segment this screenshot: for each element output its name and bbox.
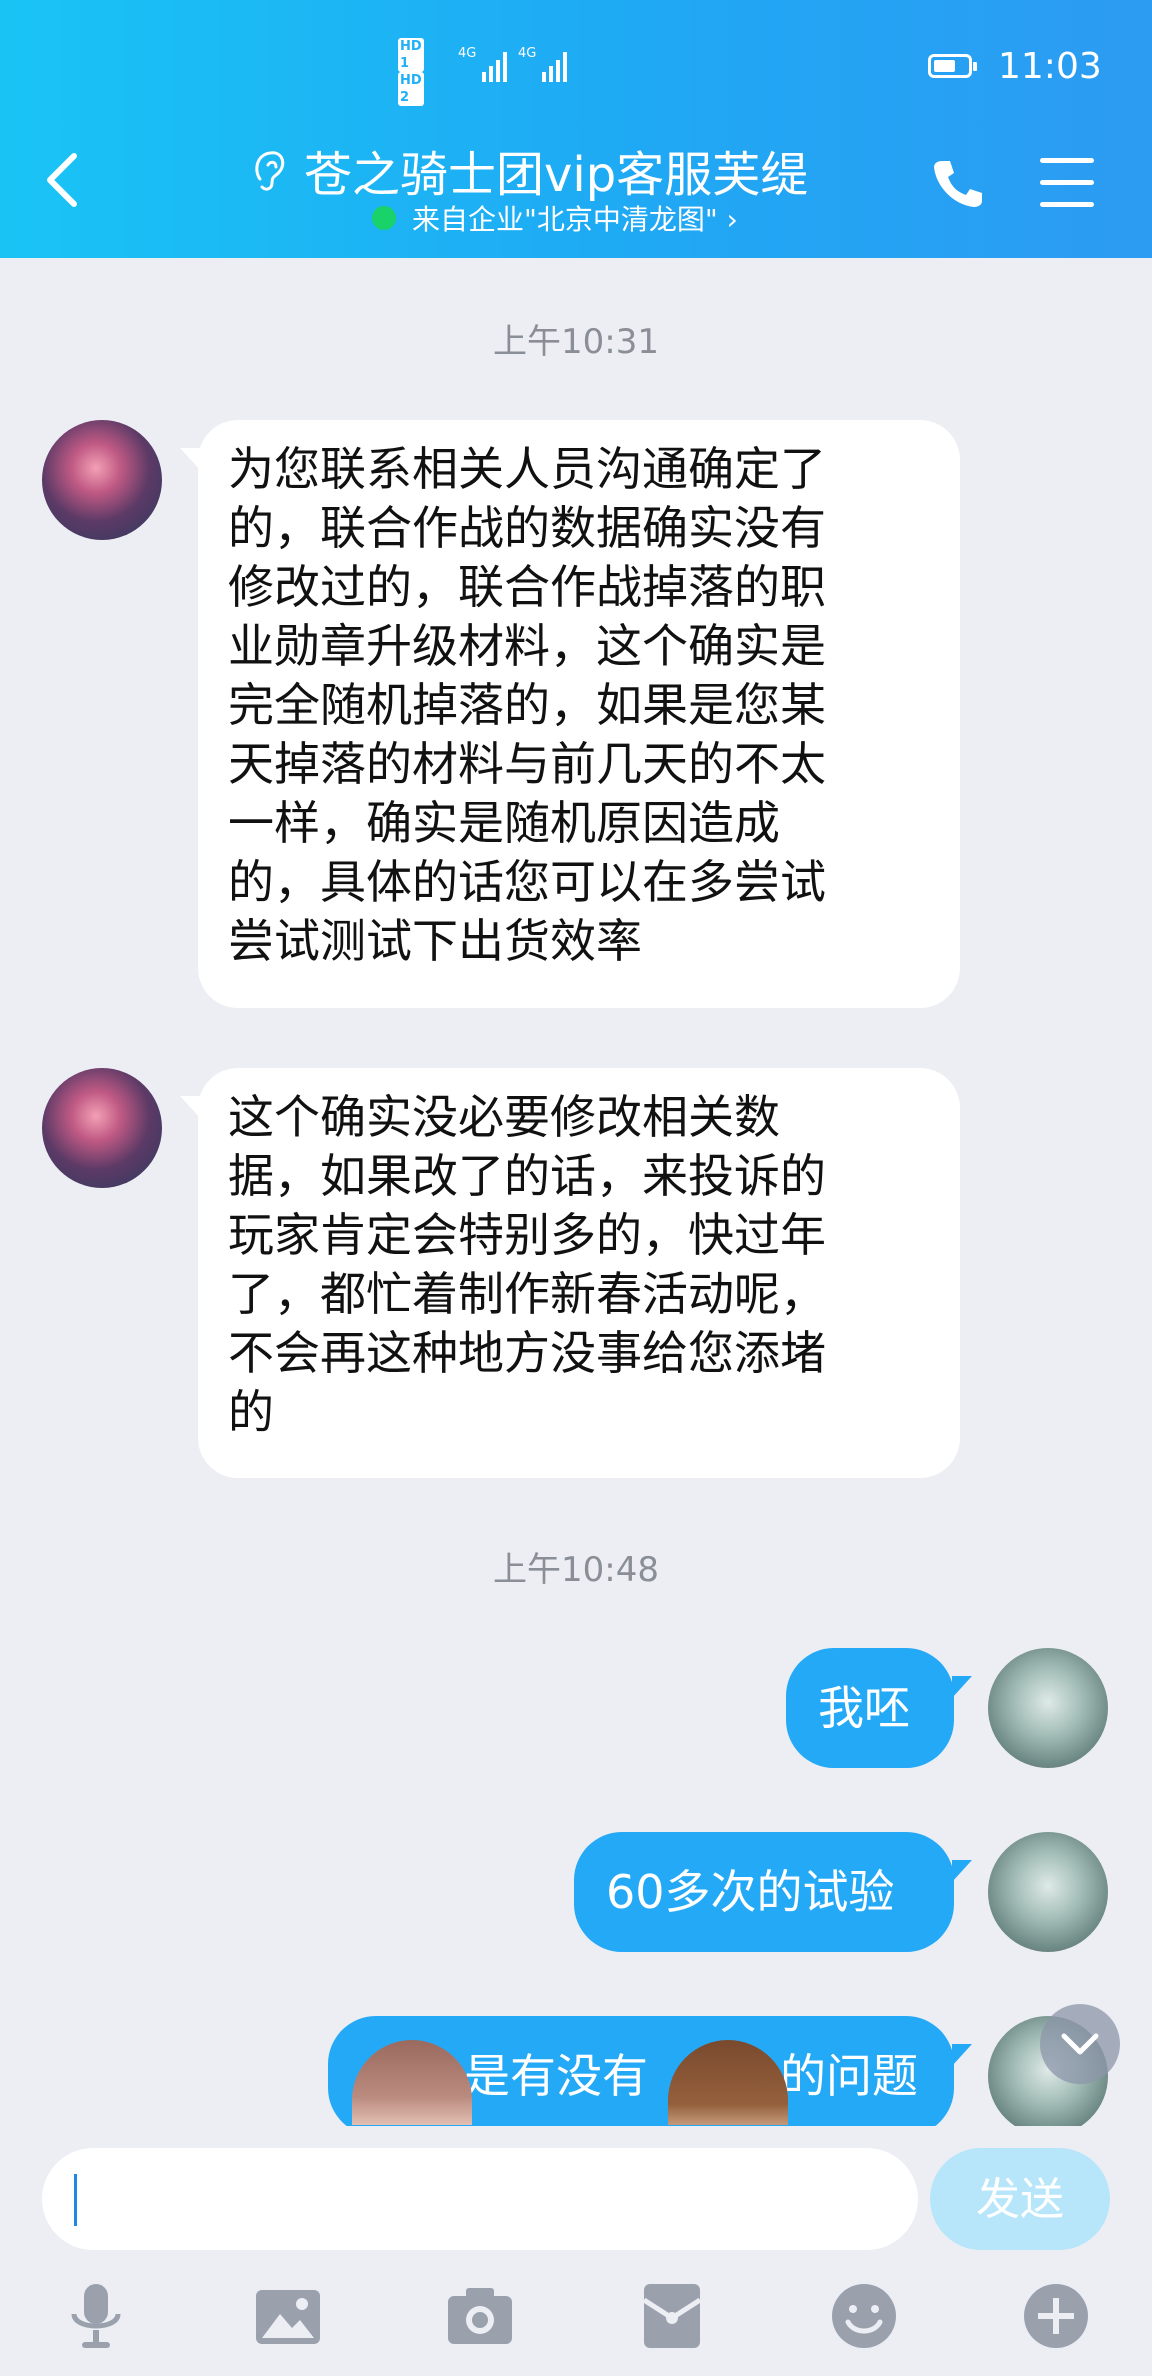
camera-icon[interactable] [440,2276,520,2356]
plus-icon[interactable] [1016,2276,1096,2356]
message-line: 这个确实没必要修改相关数 [228,1090,780,1144]
emoji-icon[interactable] [824,2276,904,2356]
battery-level [934,60,955,72]
send-button[interactable]: 发送 [930,2148,1110,2250]
image-icon[interactable] [248,2276,328,2356]
outgoing-message-bubble[interactable]: 我呸 [786,1648,954,1768]
online-status-dot [372,206,396,230]
message-line: 完全随机掉落的，如果是您某 [228,678,826,732]
message-text: 我呸 [818,1681,910,1735]
message-line: 尝试测试下出货效率 [228,914,642,968]
user-avatar[interactable] [988,1648,1108,1768]
text-caret [74,2174,77,2226]
menu-icon[interactable] [1040,158,1094,208]
incoming-message-bubble[interactable]: 为您联系相关人员沟通确定了 的，联合作战的数据确实没有 修改过的，联合作战掉落的职业… [198,420,960,1008]
anime-boy-sticker [668,2040,788,2125]
microphone-icon[interactable] [56,2276,136,2356]
incoming-message-bubble[interactable]: 这个确实没必要修改相关数 据，如果改了的话，来投诉的 玩家肯定会特别多的，快过年 了，… [198,1068,960,1478]
signal1-icon [482,44,507,82]
message-line: 据，如果改了的话，来投诉的 [228,1149,826,1203]
ear-icon [255,151,285,191]
user-avatar[interactable] [988,1832,1108,1952]
message-line: 的 [228,1385,274,1439]
sticker-overlay [0,2005,1152,2125]
sim2-badge: HD 2 [398,72,424,106]
message-line: 不会再这种地方没事给您添堵 [228,1326,826,1380]
chat-title: 苍之骑士团vip客服芙缇 [304,147,809,203]
message-timestamp: 上午10:48 [493,1550,659,1590]
bubble-tail [952,1676,972,1698]
back-arrow-icon[interactable] [42,150,82,210]
scroll-down-button[interactable] [1040,2004,1120,2084]
outgoing-message-bubble[interactable]: 60多次的试验 [574,1832,954,1952]
chat-header: HD 1 HD 2 4G 4G 11:03 苍之骑士团vip客服芙缇 来自企业"… [0,0,1152,258]
status-time: 11:03 [998,46,1102,87]
phone-icon[interactable] [930,155,986,211]
network1-label: 4G [458,46,477,61]
message-line: 天掉落的材料与前几天的不太 [228,737,826,791]
message-line: 修改过的，联合作战掉落的职 [228,560,826,614]
message-text: 这个确实没必要修改相关数 据，如果改了的话，来投诉的 玩家肯定会特别多的，快过年 了，… [228,1088,930,1442]
bubble-tail [180,448,200,470]
bubble-tail [952,1860,972,1882]
message-line: 业勋章升级材料，这个确实是 [228,619,826,673]
agent-avatar[interactable] [42,1068,162,1188]
message-input[interactable] [42,2148,918,2250]
red-packet-icon[interactable] [632,2276,712,2356]
battery-icon [928,54,977,78]
message-line: 为您联系相关人员沟通确定了 [228,442,826,496]
message-line: 的，联合作战的数据确实没有 [228,501,826,555]
company-link[interactable]: 来自企业"北京中清龙图" › [372,198,738,238]
bubble-tail [180,1096,200,1118]
message-line: 一样，确实是随机原因造成 [228,796,780,850]
message-line: 的，具体的话您可以在多尝试 [228,855,826,909]
chevron-down-icon [1061,2033,1099,2055]
input-bar: 发送 [0,2126,1152,2376]
company-subtitle: 来自企业"北京中清龙图" › [412,203,738,236]
message-text: 为您联系相关人员沟通确定了 的，联合作战的数据确实没有 修改过的，联合作战掉落的职业… [228,440,930,971]
chat-title-row[interactable]: 苍之骑士团vip客服芙缇 [250,135,808,205]
anime-girl-sticker [352,2040,472,2125]
agent-avatar[interactable] [42,420,162,540]
network2-label: 4G [518,46,537,61]
message-timestamp: 上午10:31 [493,322,659,362]
signal2-icon [542,44,567,82]
message-text: 60多次的试验 [606,1865,895,1919]
message-line: 玩家肯定会特别多的，快过年 [228,1208,826,1262]
message-line: 了，都忙着制作新春活动呢， [228,1267,826,1321]
sim1-badge: HD 1 [398,38,424,72]
